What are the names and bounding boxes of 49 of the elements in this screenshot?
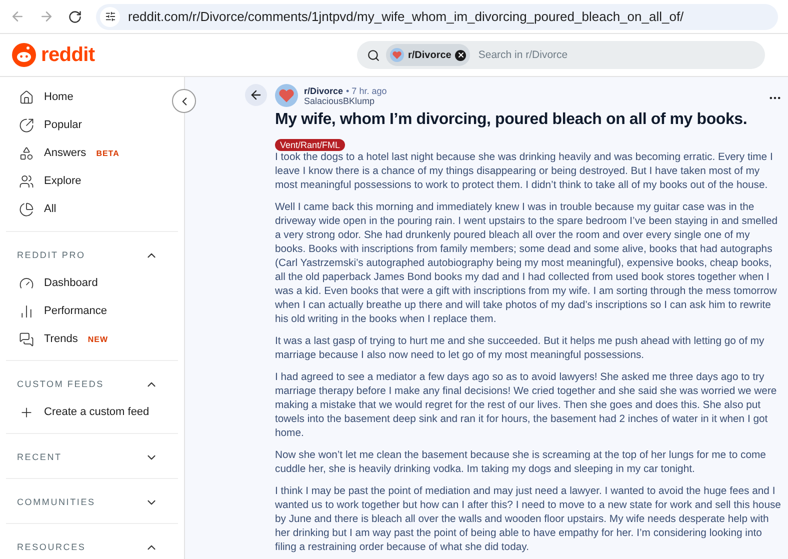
close-icon[interactable] (455, 50, 466, 60)
post-paragraph: I think I may be past the point of mediation and may just need a lawyer. I wanted to avoid the huge fees and I wanted us to work together but how can I after this? I need to move to a new state for work and sell this house by June and there is bleach all over the walls and wooden floor upstairs. My wife needs desperate help with her drinking but I am way past the point of being able to have empathy for her. I’m considering looking into filing a restraining order because of what she did today. (275, 485, 782, 555)
post-paragraph: Well I came back this morning and immediately knew I was in trouble because my guitar case was in the driveway wide open in the pouring rain. I went upstairs to the spare bedroom I’ve been staying in and smelled a very strong odor. She had drunkenly poured bleach all over the room and over every single one of my books. Books with inscriptions from family members; some dead and some alive, books that had autographs (Carl Yastrzemski’s autographed autobiography being my most meaningful), expensive books, cheap books, all the old paperback James Bond books my dad and I had collected from used book stores together when I was a kid. Even books that were a gift with inscriptions from my wife. I am sorting through the mess tomorrow when I can actually breathe up there and will take photos of my dad’s inscriptions so I can ask him to rewrite his old writing in the books when I replace them. (275, 201, 779, 327)
search-field[interactable]: r/Divorce Search in r/Divorce (357, 41, 765, 69)
sidebar-item[interactable]: Create a custom feed (6, 398, 150, 426)
subreddit-link[interactable]: r/Divorce (304, 86, 344, 96)
post-time: • 7 hr. ago (346, 86, 387, 96)
author-link[interactable]: SalaciousBKlump (304, 96, 387, 106)
community-chip[interactable]: r/Divorce (386, 44, 470, 66)
section-header[interactable]: REDDIT PRO (6, 241, 178, 269)
nav-icon (19, 276, 34, 290)
sidebar-item[interactable]: Trends NEW (6, 325, 108, 353)
sidebar-item[interactable]: Dashboard (6, 269, 98, 297)
post-paragraph: I took the dogs to a hotel last night because she was drinking heavily and was becoming erratic. Every time I leave I know there is a chance of my things disappearing or being destroyed. But I have taken most of my most meaningful possessions to work to protect them. I didn’t think to take all of my books out of the house. (275, 151, 774, 193)
sidebar-item[interactable]: Explore (0, 167, 82, 195)
nav-icon (19, 202, 34, 216)
collapse-sidebar-button[interactable] (172, 89, 196, 113)
sidebar-item[interactable]: Performance (6, 297, 107, 325)
nav-icon (19, 118, 34, 132)
post-title: My wife, whom I’m divorcing, poured bleach on all of my books. (275, 111, 748, 129)
post-paragraph: It was a last gasp of trying to hurt me and she succeeded. But it helps me push ahead with letting go of my marriage because I also now need to let go of my most meaningful possessions. (275, 335, 766, 363)
section-header[interactable]: RESOURCES (6, 533, 178, 559)
section-header[interactable]: RECENT (6, 443, 178, 471)
heart-icon (390, 48, 404, 62)
site-info-button[interactable] (100, 6, 120, 26)
reload-icon[interactable] (68, 10, 82, 24)
nav-icon (19, 332, 34, 346)
badge-label: BETA (96, 148, 120, 158)
community-avatar[interactable] (275, 84, 298, 107)
post-paragraph: Now she won’t let me clean the basement because she is screaming at the top of her lungs for me to come cuddle her, she is heavily drinking vodka. Im taking my dogs and sleeping in my car tonight. (275, 449, 767, 477)
badge-label: NEW (88, 334, 108, 344)
nav-icon (19, 174, 34, 188)
sidebar-item[interactable]: Home (0, 83, 74, 111)
sidebar-item[interactable]: Popular (0, 111, 82, 139)
post-paragraph: I had agreed to see a mediator a few days ago so as to avoid lawyers! She asked me three days ago to try marriage therapy before I make any final decisions! We cried together and she said she was worried we were making a mistake that we would regret for the rest of our lives. Then she goes and does this. She also put towels into the basement deep sink and ran it for hours, the basement had 2 inches of water in it when I got home. (275, 371, 778, 441)
chip-label: r/Divorce (408, 50, 452, 60)
section-header[interactable]: CUSTOM FEEDS (6, 370, 178, 398)
flair-tag[interactable]: Vent/Rant/FML (275, 139, 346, 151)
back-button[interactable] (245, 84, 267, 106)
sidebar-item[interactable]: Answers BETA (0, 139, 120, 167)
sidebar-item[interactable]: All (0, 195, 56, 223)
nav-icon (19, 146, 34, 160)
section-header[interactable]: COMMUNITIES (6, 488, 178, 516)
search-input[interactable]: Search in r/Divorce (476, 48, 755, 62)
reddit-logo-icon (12, 43, 36, 67)
nav-icon (19, 304, 34, 318)
sliders-icon (104, 11, 116, 22)
nav-icon (19, 90, 34, 104)
search-icon (367, 48, 380, 62)
